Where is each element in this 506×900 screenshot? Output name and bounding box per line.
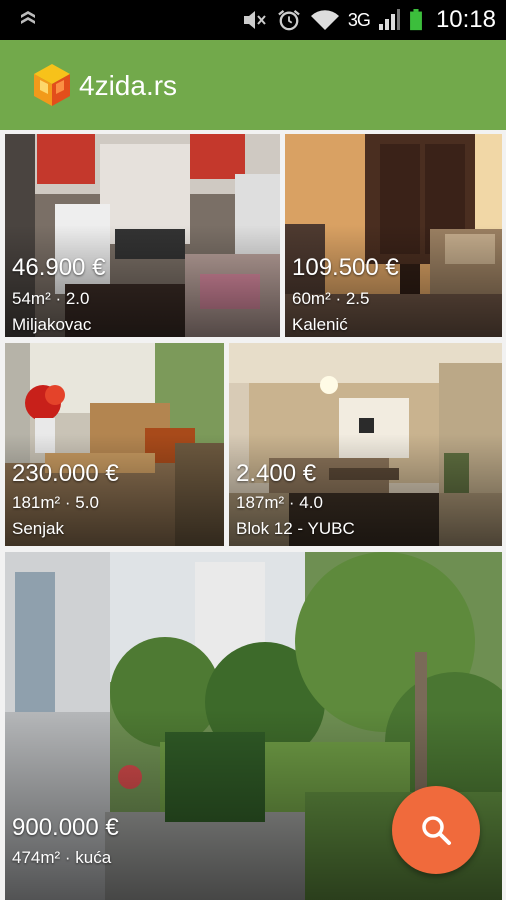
search-icon	[422, 816, 451, 845]
battery-icon	[410, 9, 422, 31]
listing-price: 900.000 €	[12, 814, 119, 841]
alarm-icon	[278, 9, 300, 31]
status-bar: 3G 10:18	[0, 0, 506, 40]
listing-card[interactable]: 46.900 € 54m² · 2.0 Miljakovac	[5, 134, 280, 337]
signal-icon	[378, 9, 400, 30]
listing-meta: 60m² · 2.5	[292, 289, 370, 308]
mute-icon	[243, 11, 266, 29]
listing-price: 109.500 €	[292, 254, 399, 281]
listing-meta: 474m² · kuća	[12, 848, 112, 867]
listing-location: Kalenić	[292, 315, 348, 334]
app-title: 4zida.rs	[79, 70, 178, 101]
listing-meta: 187m² · 4.0	[236, 493, 323, 512]
clock: 10:18	[435, 6, 496, 33]
listing-price: 230.000 €	[12, 460, 119, 487]
search-button[interactable]	[392, 786, 480, 874]
app-bar: 4zida.rs	[0, 40, 506, 130]
listing-location: Blok 12 - YUBC	[236, 519, 355, 538]
listing-card[interactable]: 230.000 € 181m² · 5.0 Senjak	[5, 343, 224, 546]
listings-grid: 46.900 € 54m² · 2.0 Miljakovac 109.500 €…	[0, 130, 506, 900]
listing-card[interactable]: 2.400 € 187m² · 4.0 Blok 12 - YUBC	[229, 343, 502, 546]
listing-meta: 181m² · 5.0	[12, 493, 99, 512]
listing-meta: 54m² · 2.0	[12, 289, 90, 308]
listing-price: 46.900 €	[12, 254, 106, 281]
notification-icon	[21, 11, 35, 24]
network-type: 3G	[347, 9, 371, 30]
listing-location: Miljakovac	[12, 315, 92, 334]
listing-price: 2.400 €	[236, 460, 317, 487]
4zida-logo[interactable]	[30, 60, 74, 108]
listing-card[interactable]: 109.500 € 60m² · 2.5 Kalenić	[285, 134, 502, 337]
listing-location: Senjak	[12, 519, 64, 538]
wifi-icon	[310, 10, 339, 31]
